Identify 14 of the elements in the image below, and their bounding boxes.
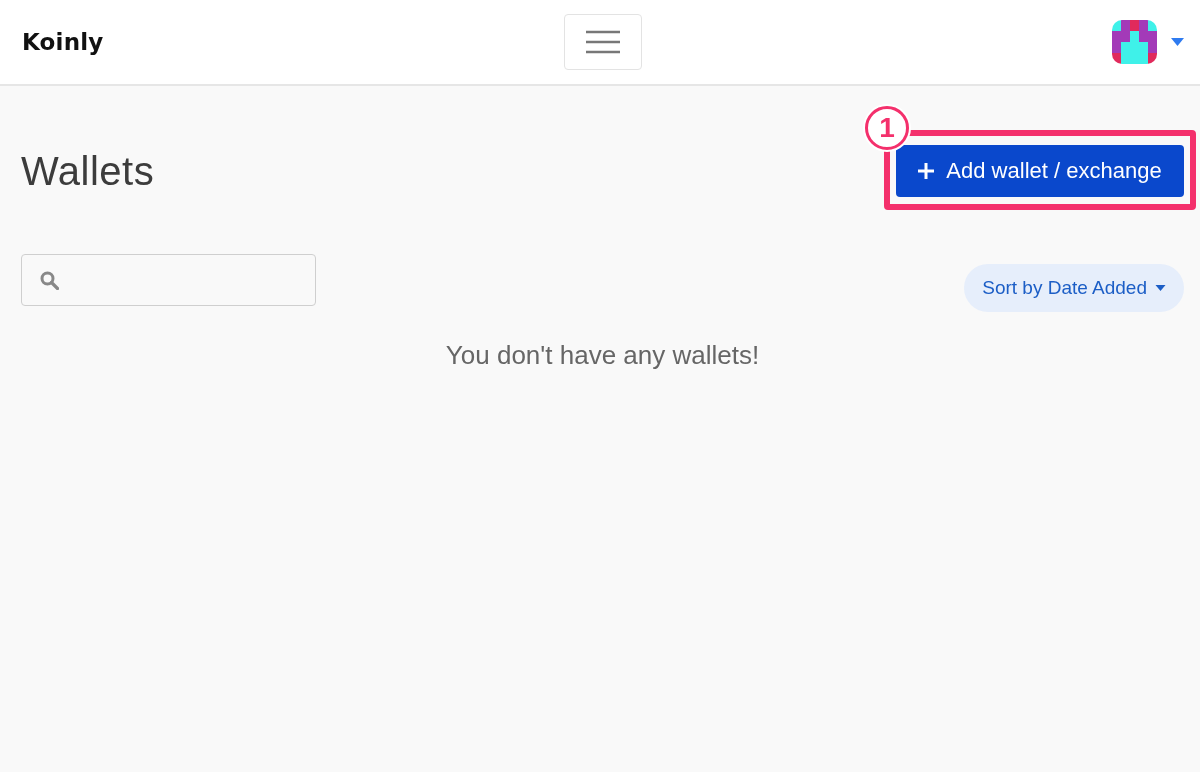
search-field[interactable] bbox=[21, 254, 316, 306]
avatar-icon[interactable] bbox=[1112, 20, 1157, 64]
caret-icon bbox=[1155, 285, 1166, 291]
menu-icon bbox=[586, 30, 620, 54]
step-number-badge: 1 bbox=[865, 106, 909, 150]
logo[interactable]: Koinly bbox=[22, 29, 104, 55]
sort-dropdown-button[interactable]: Sort by Date Added bbox=[964, 264, 1184, 312]
caret-icon bbox=[1171, 38, 1184, 46]
search-icon bbox=[40, 270, 59, 290]
empty-state-message: You don't have any wallets! bbox=[444, 340, 761, 371]
plus-icon bbox=[918, 163, 935, 179]
page-title: Wallets bbox=[21, 148, 155, 194]
menu-button[interactable] bbox=[564, 14, 642, 70]
add-wallet-button[interactable]: Add wallet / exchange bbox=[896, 145, 1184, 197]
